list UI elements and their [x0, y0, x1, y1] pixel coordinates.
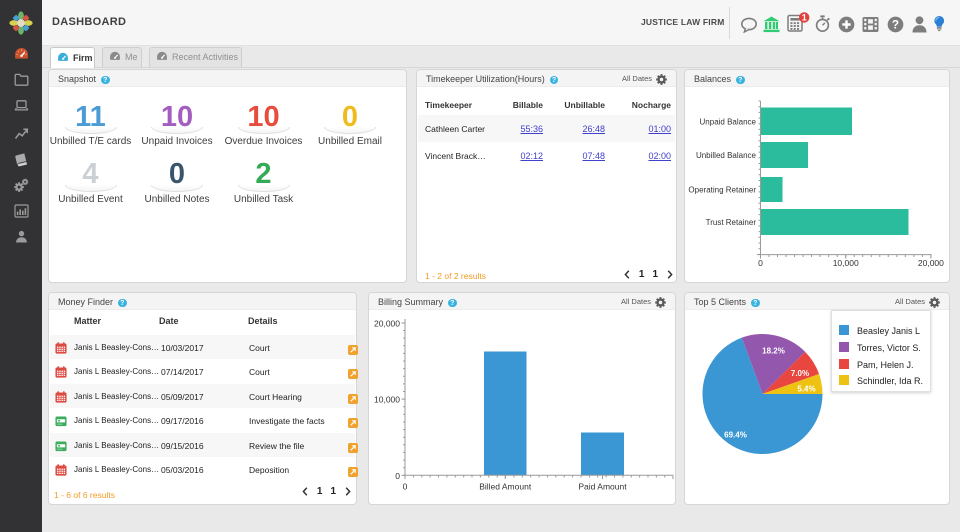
svg-text:20,000: 20,000 [918, 258, 944, 268]
svg-text:Paid Amount: Paid Amount [578, 482, 627, 492]
svg-text:7.0%: 7.0% [791, 369, 809, 378]
svg-text:Billed Amount: Billed Amount [479, 482, 532, 492]
svg-text:Unpaid Balance: Unpaid Balance [700, 118, 757, 127]
svg-text:10,000: 10,000 [374, 395, 400, 405]
svg-text:18.2%: 18.2% [762, 347, 785, 356]
svg-text:Operating Retainer: Operating Retainer [688, 186, 756, 195]
svg-text:0: 0 [758, 258, 763, 268]
svg-text:?: ? [892, 18, 899, 32]
svg-text:Unbilled Balance: Unbilled Balance [696, 151, 757, 160]
svg-text:0: 0 [395, 471, 400, 481]
svg-text:0: 0 [403, 482, 408, 492]
svg-text:1: 1 [802, 13, 807, 23]
svg-text:10,000: 10,000 [833, 258, 859, 268]
svg-text:5.4%: 5.4% [797, 385, 815, 394]
svg-text:20,000: 20,000 [374, 319, 400, 329]
svg-text:69.4%: 69.4% [724, 431, 747, 440]
svg-text:Trust Retainer: Trust Retainer [706, 218, 757, 227]
